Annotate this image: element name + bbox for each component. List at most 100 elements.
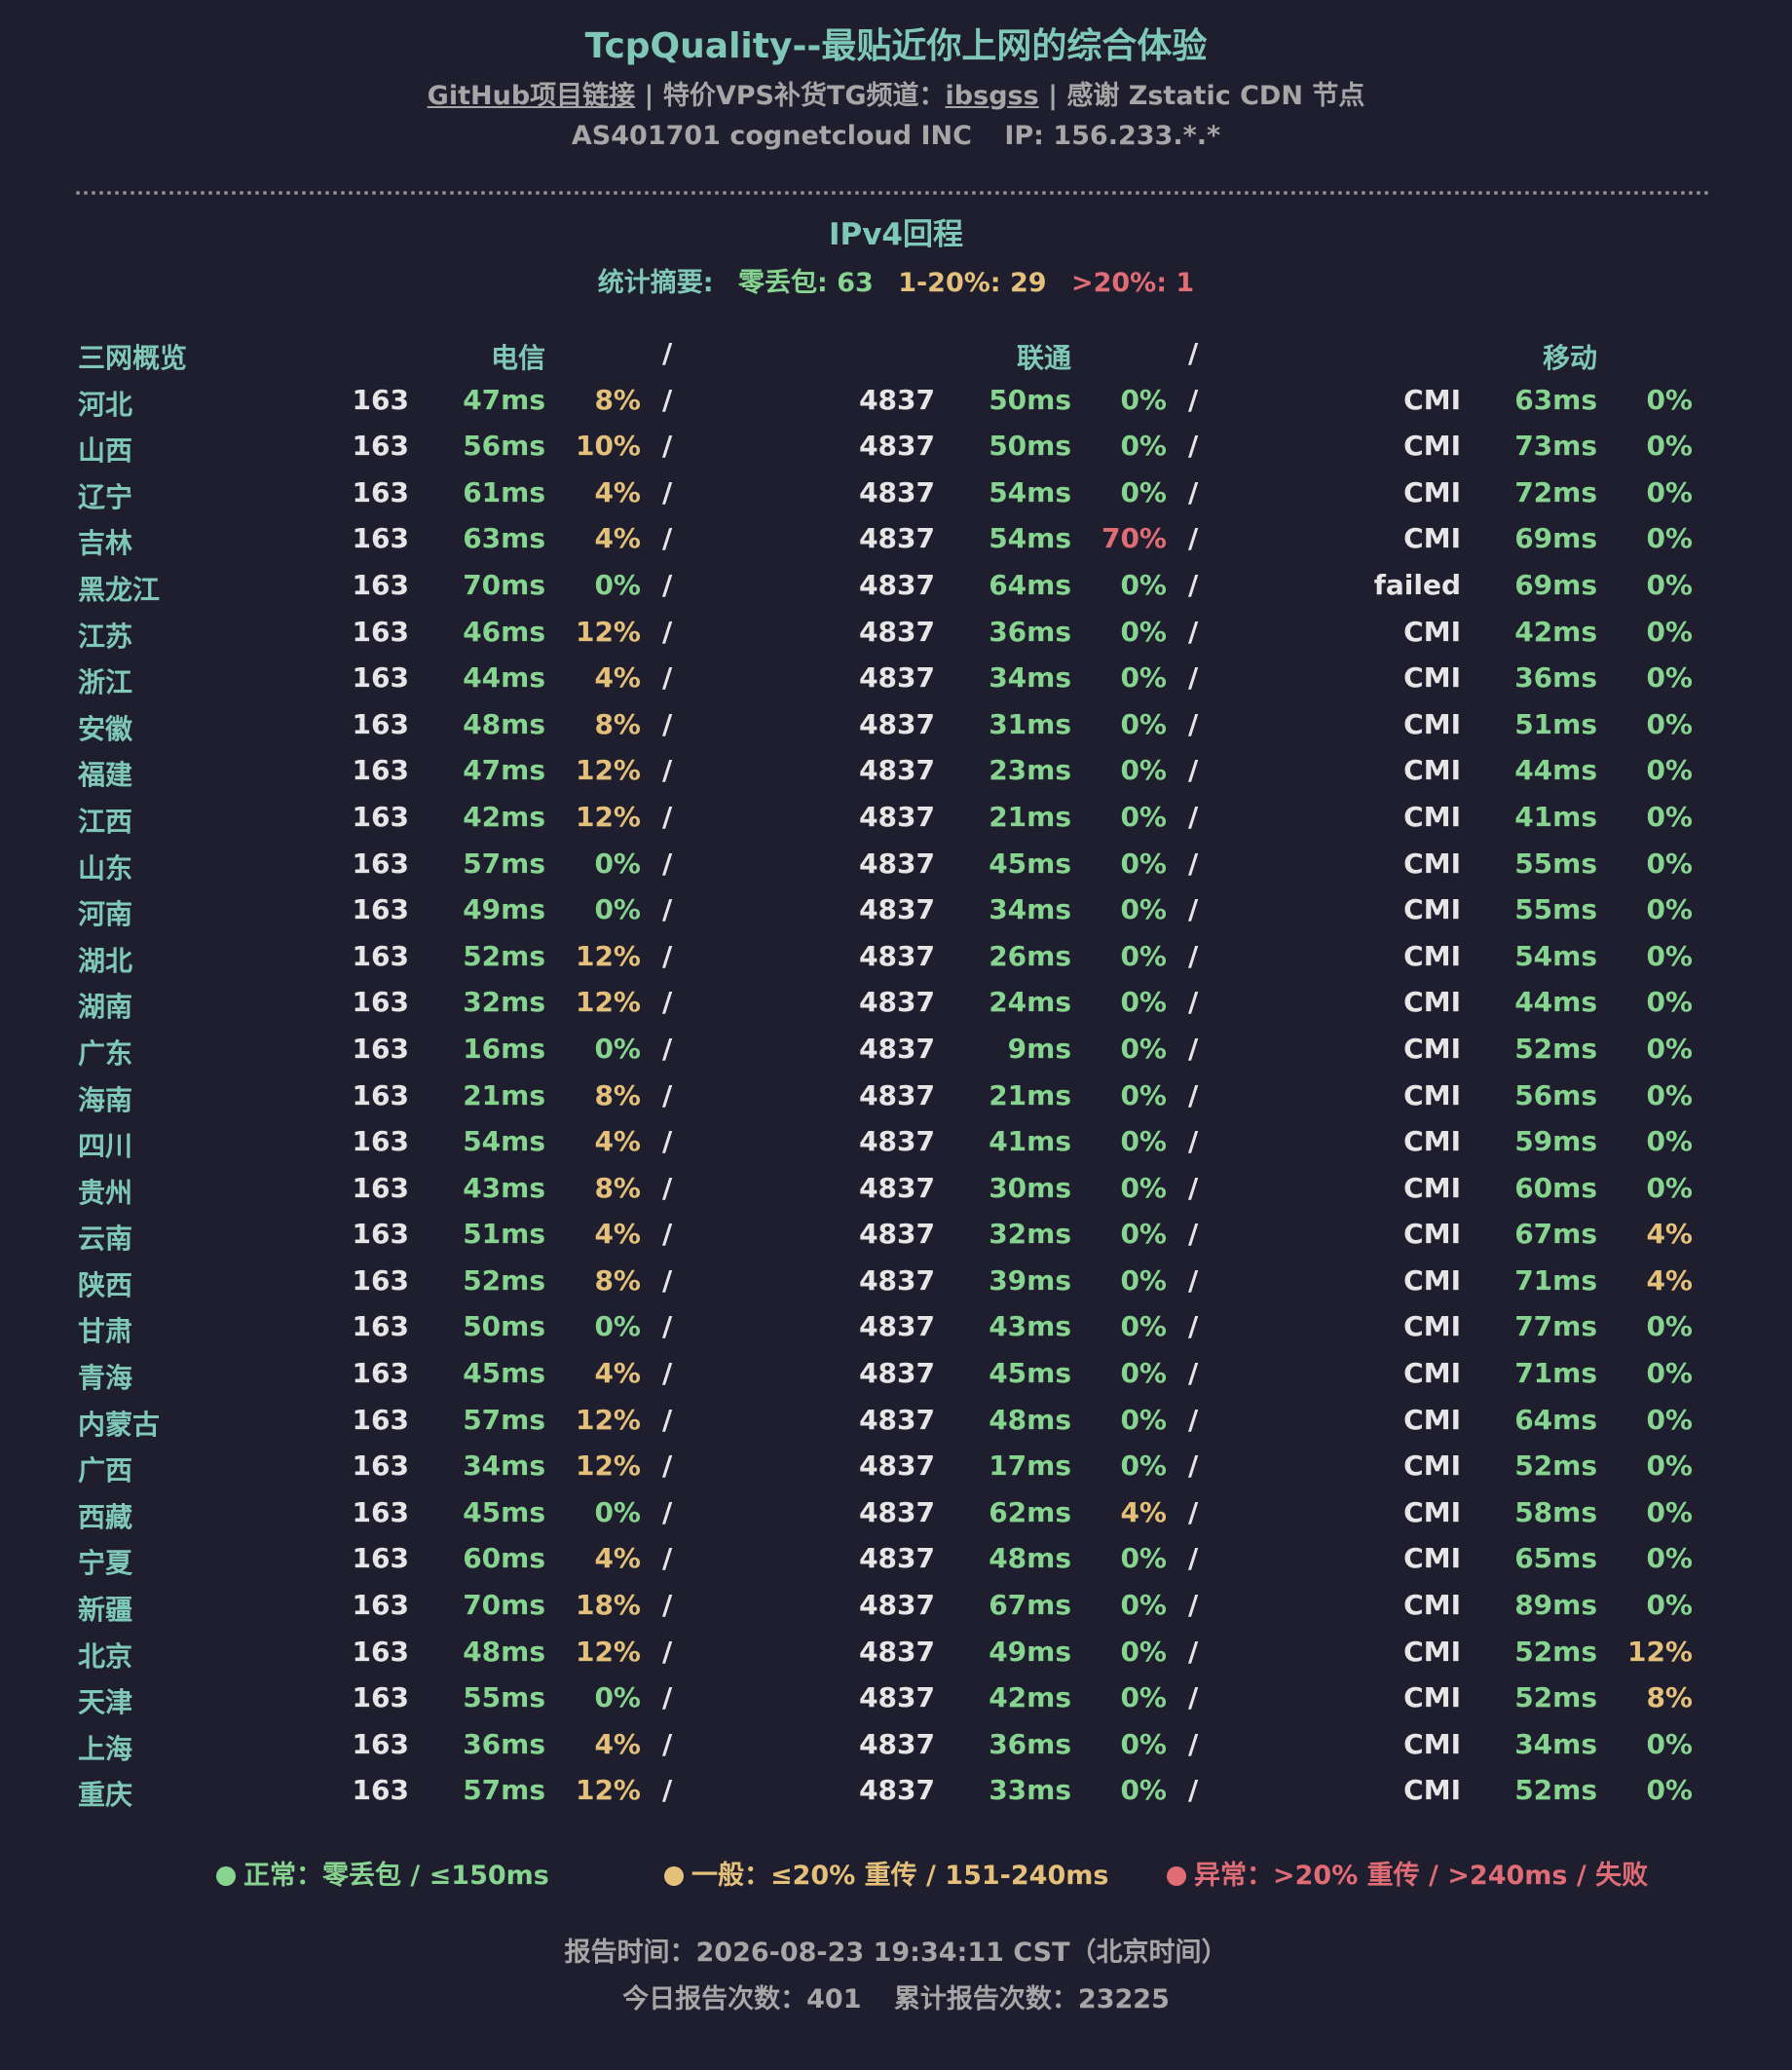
column-separator: / [1188,522,1199,555]
telecom-latency: 57ms [463,1403,545,1436]
province-cell: 黑龙江 [78,573,161,606]
unicom-asn: 4837 [859,1449,935,1483]
legend-abnormal: 异常：>20% 重传 / >240ms / 失败 [1167,1854,1648,1892]
header-unicom: 联通 [1016,342,1071,374]
telecom-latency: 70ms [463,568,545,601]
column-separator: / [662,1125,673,1158]
unicom-latency: 26ms [989,939,1071,972]
unicom-loss: 4% [1120,1495,1167,1528]
mobile-latency: 41ms [1514,800,1597,833]
column-separator: / [662,754,673,787]
telecom-loss: 18% [575,1589,641,1622]
telecom-asn: 163 [352,430,409,463]
today-count: 今日报告次数：401 [622,1984,862,2014]
column-separator: / [1188,661,1199,695]
mobile-loss: 0% [1646,568,1693,601]
telecom-asn: 163 [352,475,409,508]
as-info-line: AS401701 cognetcloud INC IP: 156.233.*.* [0,121,1792,151]
zero-loss-count: 零丢包: 63 [738,268,874,298]
column-separator: / [662,1542,673,1575]
column-separator: / [1188,754,1199,787]
province-cell: 内蒙古 [78,1408,161,1441]
tg-channel-link[interactable]: ibsgss [946,81,1039,111]
column-separator: / [1188,1218,1199,1251]
mobile-loss: 0% [1646,1403,1693,1436]
column-separator: / [662,1495,673,1528]
province-cell: 甘肃 [78,1315,133,1348]
province-cell: 湖南 [78,991,133,1024]
unicom-latency: 17ms [989,1449,1071,1483]
province-cell: 青海 [78,1362,133,1395]
unicom-loss: 0% [1120,1589,1167,1622]
telecom-latency: 44ms [463,661,545,695]
mobile-asn: CMI [1403,1310,1461,1343]
mobile-loss: 0% [1646,1542,1693,1575]
unicom-loss: 0% [1120,1310,1167,1343]
unicom-loss: 0% [1120,1125,1167,1158]
unicom-asn: 4837 [859,615,935,648]
table-row: 安徽 163 48ms 8% / 4837 31ms 0% / CMI 51ms 0% [0,700,1792,747]
github-link[interactable]: GitHub项目链接 [428,81,635,111]
unicom-asn: 4837 [859,1774,935,1807]
unicom-latency: 21ms [989,800,1071,833]
mobile-asn: CMI [1403,661,1461,695]
column-separator: / [1188,800,1199,833]
table-row: 上海 163 36ms 4% / 4837 36ms 0% / CMI 34ms 0% [0,1720,1792,1767]
legend-medium: 一般：≤20% 重传 / 151-240ms [664,1854,1108,1892]
telecom-latency: 47ms [463,754,545,787]
report-time: 报告时间：2026-08-23 19:34:11 CST（北京时间） [564,1938,1228,1968]
mobile-loss: 0% [1646,707,1693,740]
column-separator: / [1188,1727,1199,1760]
total-count: 累计报告次数：23225 [893,1984,1170,2014]
mobile-asn: CMI [1403,707,1461,740]
column-separator: / [1188,939,1199,972]
mobile-latency: 55ms [1514,847,1597,880]
telecom-latency: 70ms [463,1589,545,1622]
telecom-latency: 57ms [463,1774,545,1807]
green-dot-icon [216,1866,236,1886]
mobile-latency: 72ms [1514,475,1597,508]
column-separator: / [662,1449,673,1483]
unicom-asn: 4837 [859,475,935,508]
telecom-asn: 163 [352,568,409,601]
telecom-loss: 0% [594,1495,641,1528]
telecom-latency: 21ms [463,1078,545,1111]
telecom-asn: 163 [352,1681,409,1714]
table-row: 湖南 163 32ms 12% / 4837 24ms 0% / CMI 44ms 0% [0,978,1792,1025]
telecom-loss: 12% [575,1449,641,1483]
province-cell: 北京 [78,1639,133,1673]
column-separator: / [1188,1310,1199,1343]
telecom-loss: 12% [575,1403,641,1436]
unicom-loss: 0% [1120,1171,1167,1204]
unicom-loss: 0% [1120,661,1167,695]
table-row: 陕西 163 52ms 8% / 4837 39ms 0% / CMI 71ms 4% [0,1257,1792,1303]
telecom-asn: 163 [352,939,409,972]
telecom-latency: 57ms [463,847,545,880]
telecom-latency: 42ms [463,800,545,833]
table-row: 海南 163 21ms 8% / 4837 21ms 0% / CMI 56ms 0% [0,1072,1792,1118]
mobile-asn: CMI [1403,986,1461,1019]
mobile-latency: 52ms [1514,1635,1597,1668]
dotted-divider [76,191,1710,195]
telecom-loss: 8% [594,1171,641,1204]
unicom-latency: 23ms [989,754,1071,787]
mobile-latency: 52ms [1514,1449,1597,1483]
column-separator: / [1188,1357,1199,1390]
province-cell: 安徽 [78,712,133,745]
column-separator: / [1188,1635,1199,1668]
mobile-asn: CMI [1403,430,1461,463]
telecom-asn: 163 [352,800,409,833]
mobile-loss: 0% [1646,615,1693,648]
telecom-latency: 60ms [463,1542,545,1575]
mobile-asn: CMI [1403,1449,1461,1483]
mobile-latency: 44ms [1514,754,1597,787]
province-cell: 陕西 [78,1268,133,1301]
column-separator: / [662,1357,673,1390]
table-row: 江苏 163 46ms 12% / 4837 36ms 0% / CMI 42ms 0% [0,608,1792,655]
telecom-asn: 163 [352,1125,409,1158]
mobile-latency: 55ms [1514,893,1597,926]
mobile-asn: CMI [1403,522,1461,555]
table-row: 河北 163 47ms 8% / 4837 50ms 0% / CMI 63ms 0% [0,376,1792,423]
unicom-asn: 4837 [859,800,935,833]
mobile-latency: 63ms [1514,383,1597,416]
